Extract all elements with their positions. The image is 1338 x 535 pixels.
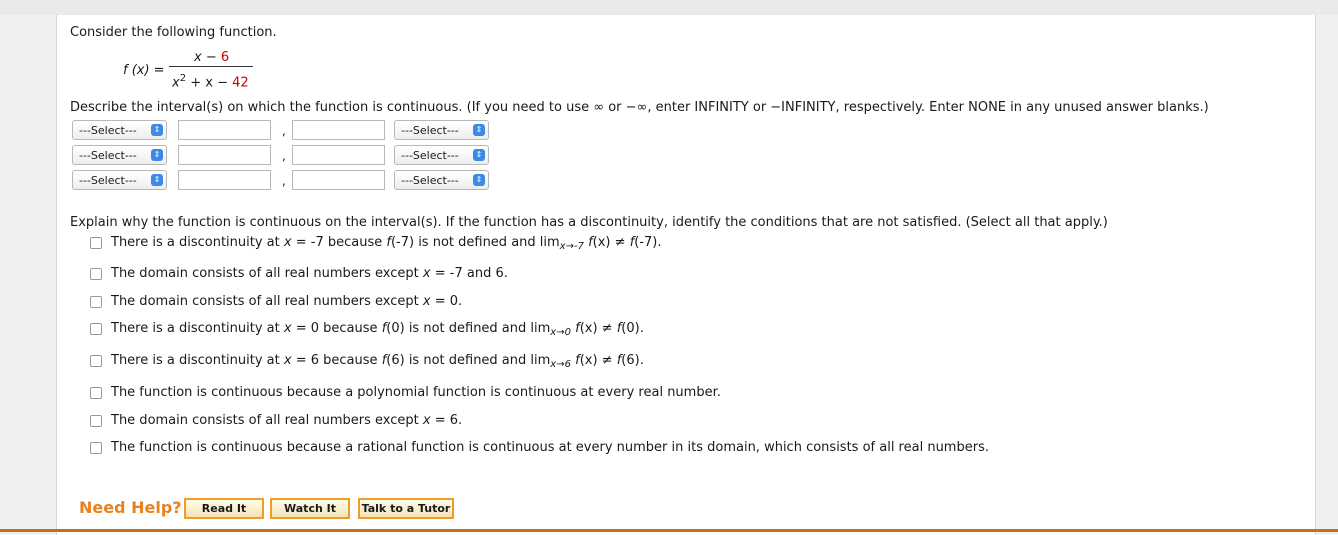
option-1-text: There is a discontinuity at x = -7 becau… [111, 235, 662, 252]
explain-instructions: Explain why the function is continuous o… [70, 215, 1108, 230]
top-strip [0, 0, 1338, 15]
checkbox[interactable] [90, 387, 102, 399]
option-4-text: There is a discontinuity at x = 0 becaus… [111, 321, 644, 338]
option-3-text: The domain consists of all real numbers … [111, 294, 463, 309]
talk-to-tutor-button[interactable]: Talk to a Tutor [358, 498, 454, 519]
chevron-updown-icon: ⇕ [473, 149, 485, 161]
function-numerator: x − 6 [194, 50, 230, 65]
describe-instructions: Describe the interval(s) on which the fu… [70, 100, 1209, 115]
interval-start-input-3[interactable] [178, 170, 271, 190]
checkbox[interactable] [90, 415, 102, 427]
checkbox[interactable] [90, 323, 102, 335]
need-help-label: Need Help? [79, 498, 182, 517]
option-8-text: The function is continuous because a rat… [111, 440, 989, 455]
interval-end-input-1[interactable] [292, 120, 385, 140]
chevron-updown-icon: ⇕ [151, 149, 163, 161]
checkbox[interactable] [90, 237, 102, 249]
interval-end-input-2[interactable] [292, 145, 385, 165]
open-bracket-select-3[interactable]: ---Select--- ⇕ [72, 170, 167, 190]
checkbox[interactable] [90, 268, 102, 280]
option-7-text: The domain consists of all real numbers … [111, 413, 463, 428]
chevron-updown-icon: ⇕ [473, 174, 485, 186]
checkbox[interactable] [90, 355, 102, 367]
fraction-bar [169, 66, 253, 67]
interval-end-input-3[interactable] [292, 170, 385, 190]
open-bracket-select-2[interactable]: ---Select--- ⇕ [72, 145, 167, 165]
close-bracket-select-3[interactable]: ---Select--- ⇕ [394, 170, 489, 190]
interval-start-input-1[interactable] [178, 120, 271, 140]
chevron-updown-icon: ⇕ [473, 124, 485, 136]
option-5-text: There is a discontinuity at x = 6 becaus… [111, 353, 644, 370]
chevron-updown-icon: ⇕ [151, 124, 163, 136]
checkbox[interactable] [90, 296, 102, 308]
interval-start-input-2[interactable] [178, 145, 271, 165]
chevron-updown-icon: ⇕ [151, 174, 163, 186]
checkbox[interactable] [90, 442, 102, 454]
question-card: Consider the following function. f (x) =… [56, 15, 1316, 535]
question-prompt: Consider the following function. [70, 25, 277, 40]
function-denominator: x2 + x − 42 [172, 73, 249, 91]
option-2-text: The domain consists of all real numbers … [111, 266, 508, 281]
option-6-text: The function is continuous because a pol… [111, 385, 721, 400]
function-label: f (x) = [123, 63, 165, 78]
read-it-button[interactable]: Read It [184, 498, 264, 519]
open-bracket-select-1[interactable]: ---Select--- ⇕ [72, 120, 167, 140]
close-bracket-select-2[interactable]: ---Select--- ⇕ [394, 145, 489, 165]
watch-it-button[interactable]: Watch It [270, 498, 350, 519]
close-bracket-select-1[interactable]: ---Select--- ⇕ [394, 120, 489, 140]
